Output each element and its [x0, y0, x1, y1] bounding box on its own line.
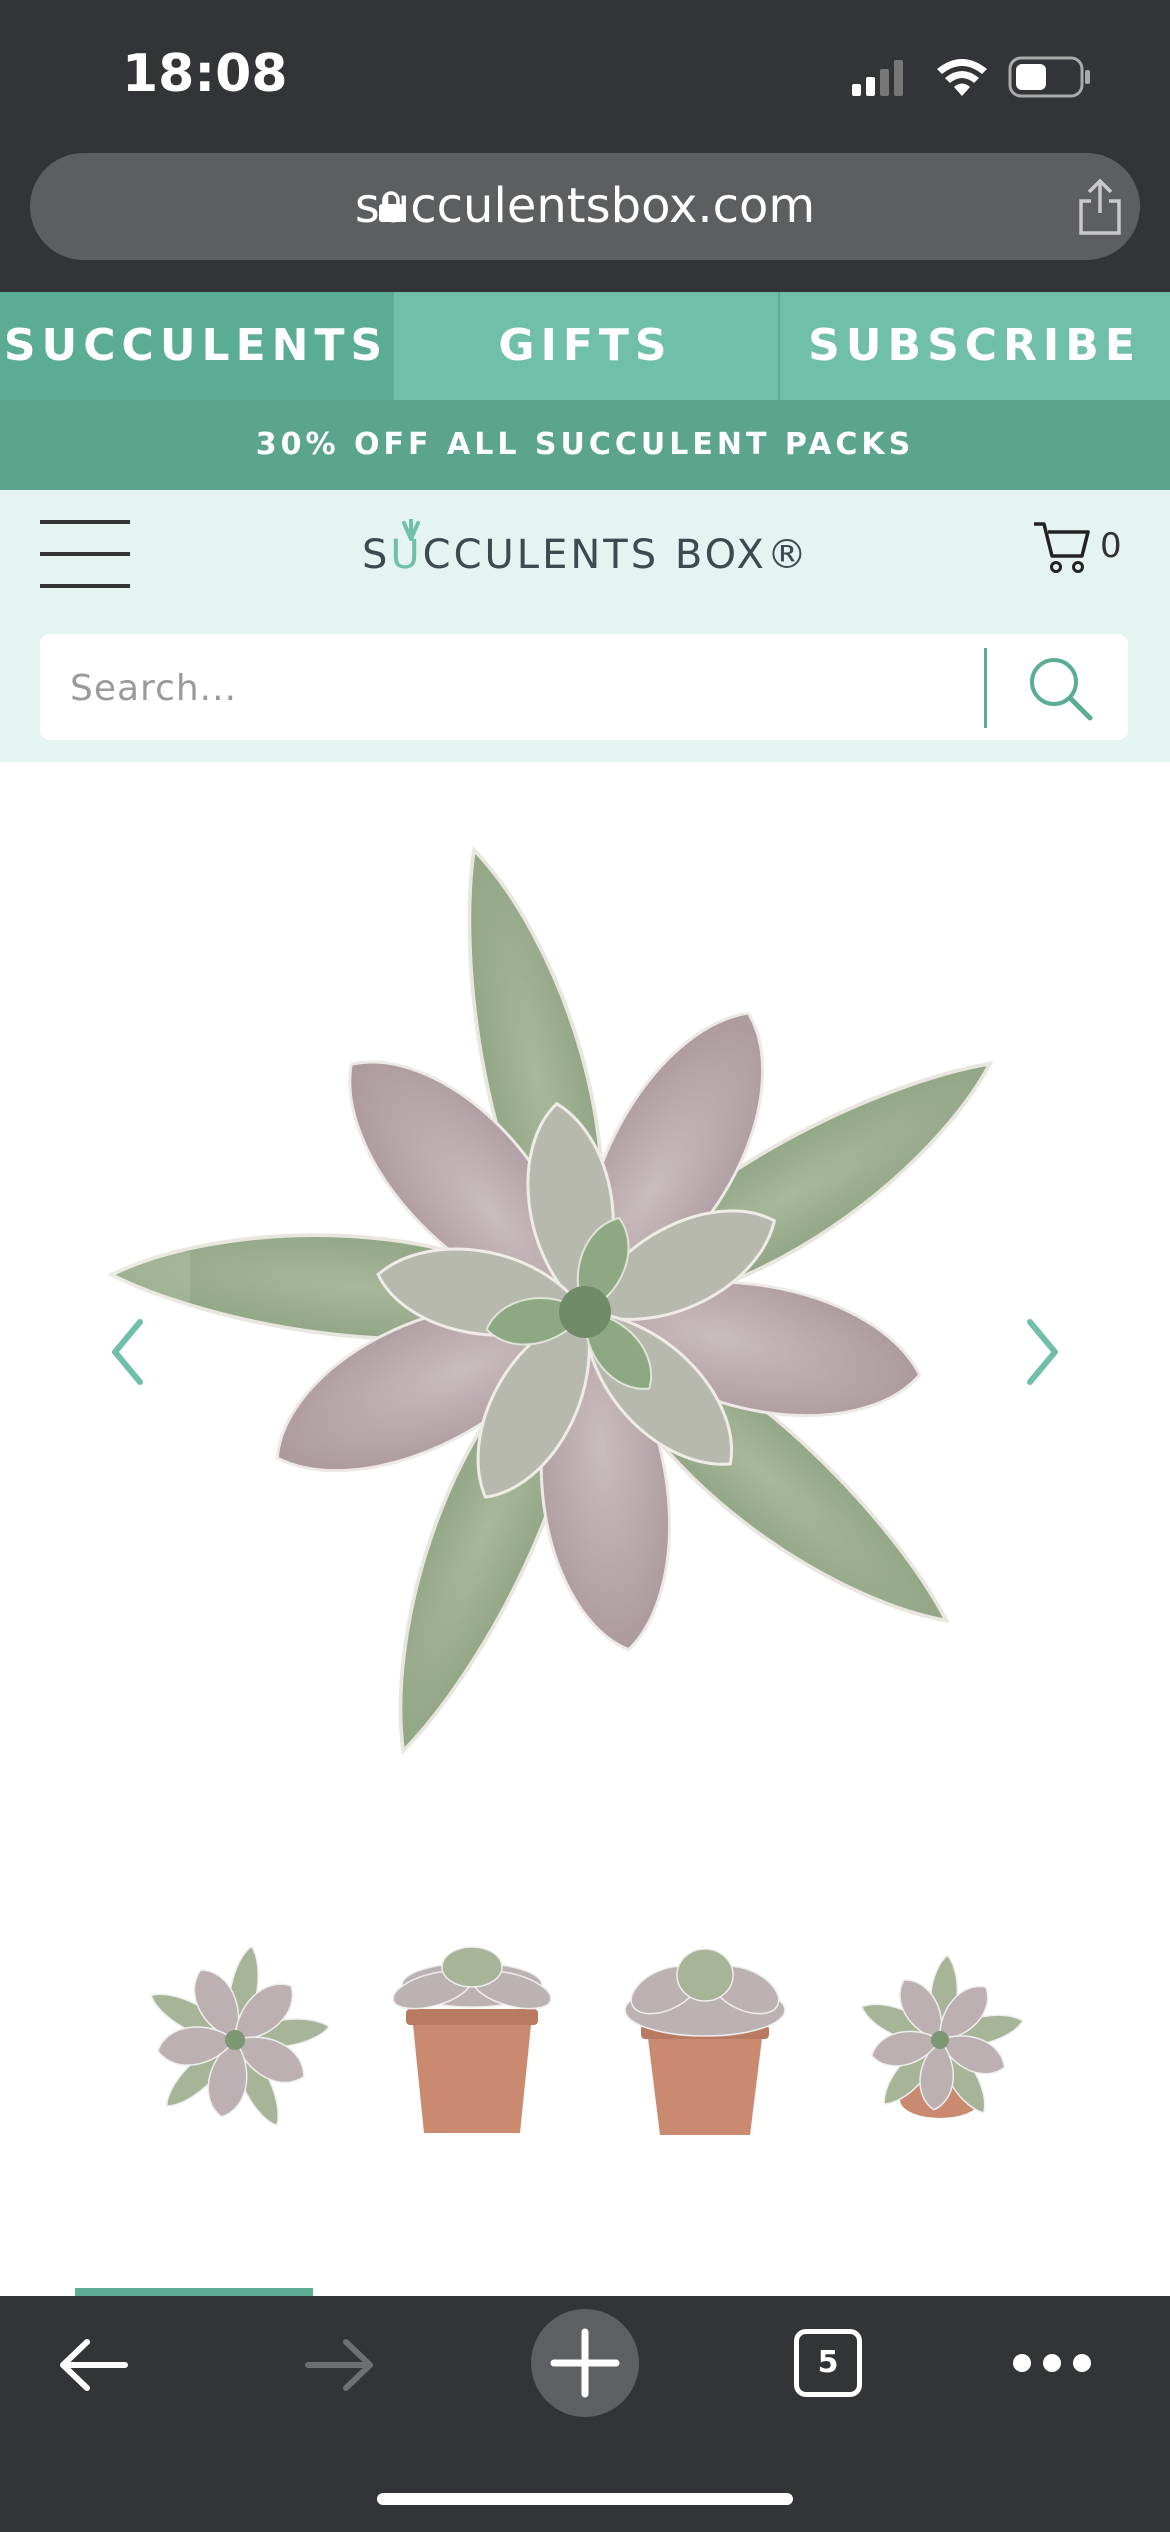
logo-text-end: CCULENTS BOX® — [422, 532, 810, 578]
new-tab-icon[interactable] — [530, 2308, 640, 2418]
search-divider — [984, 648, 987, 728]
product-image-gallery[interactable] — [0, 762, 1170, 1862]
signal-icon — [852, 60, 903, 96]
product-thumbnail[interactable] — [125, 1935, 345, 2145]
back-icon[interactable] — [55, 2330, 135, 2400]
forward-icon[interactable] — [298, 2330, 378, 2400]
share-icon[interactable] — [1075, 177, 1125, 237]
cart-count: 0 — [1100, 526, 1122, 566]
status-time: 18:08 — [122, 44, 288, 104]
menu-icon[interactable] — [40, 520, 132, 590]
tab-subscribe[interactable]: SUBSCRIBE — [779, 292, 1170, 400]
address-bar[interactable]: succulentsbox.com — [30, 153, 1140, 260]
product-image — [107, 845, 994, 1756]
tabs-icon[interactable]: 5 — [794, 2329, 862, 2397]
search-box — [40, 634, 1128, 742]
chevron-right-icon[interactable] — [980, 1252, 1080, 1452]
site-header: SUCCULENTS BOX® 0 — [0, 490, 1170, 762]
product-thumbnail[interactable] — [595, 1935, 815, 2145]
promo-banner[interactable]: 30% OFF ALL SUCCULENT PACKS — [0, 400, 1170, 490]
tab-succulents[interactable]: SUCCULENTS — [0, 292, 392, 400]
top-navigation: SUCCULENTS GIFTS SUBSCRIBE — [0, 292, 1170, 400]
lock-icon — [379, 191, 403, 222]
thumbnail-selection-indicator — [75, 2288, 313, 2296]
site-logo[interactable]: SUCCULENTS BOX® — [362, 519, 812, 585]
search-input[interactable] — [68, 634, 1012, 742]
battery-icon — [1008, 56, 1090, 98]
product-thumbnail[interactable] — [362, 1935, 582, 2145]
search-icon[interactable] — [1020, 648, 1100, 728]
home-indicator[interactable] — [377, 2493, 793, 2505]
chevron-left-icon[interactable] — [90, 1252, 190, 1452]
logo-sprout-icon — [402, 519, 420, 541]
product-thumbnail[interactable] — [830, 1935, 1050, 2145]
wifi-icon — [937, 59, 987, 96]
cart-icon[interactable] — [1032, 518, 1092, 576]
logo-text-start: S — [362, 532, 391, 578]
url-text: succulentsbox.com — [354, 178, 816, 234]
more-icon[interactable] — [1010, 2348, 1094, 2378]
tab-gifts[interactable]: GIFTS — [393, 292, 778, 400]
